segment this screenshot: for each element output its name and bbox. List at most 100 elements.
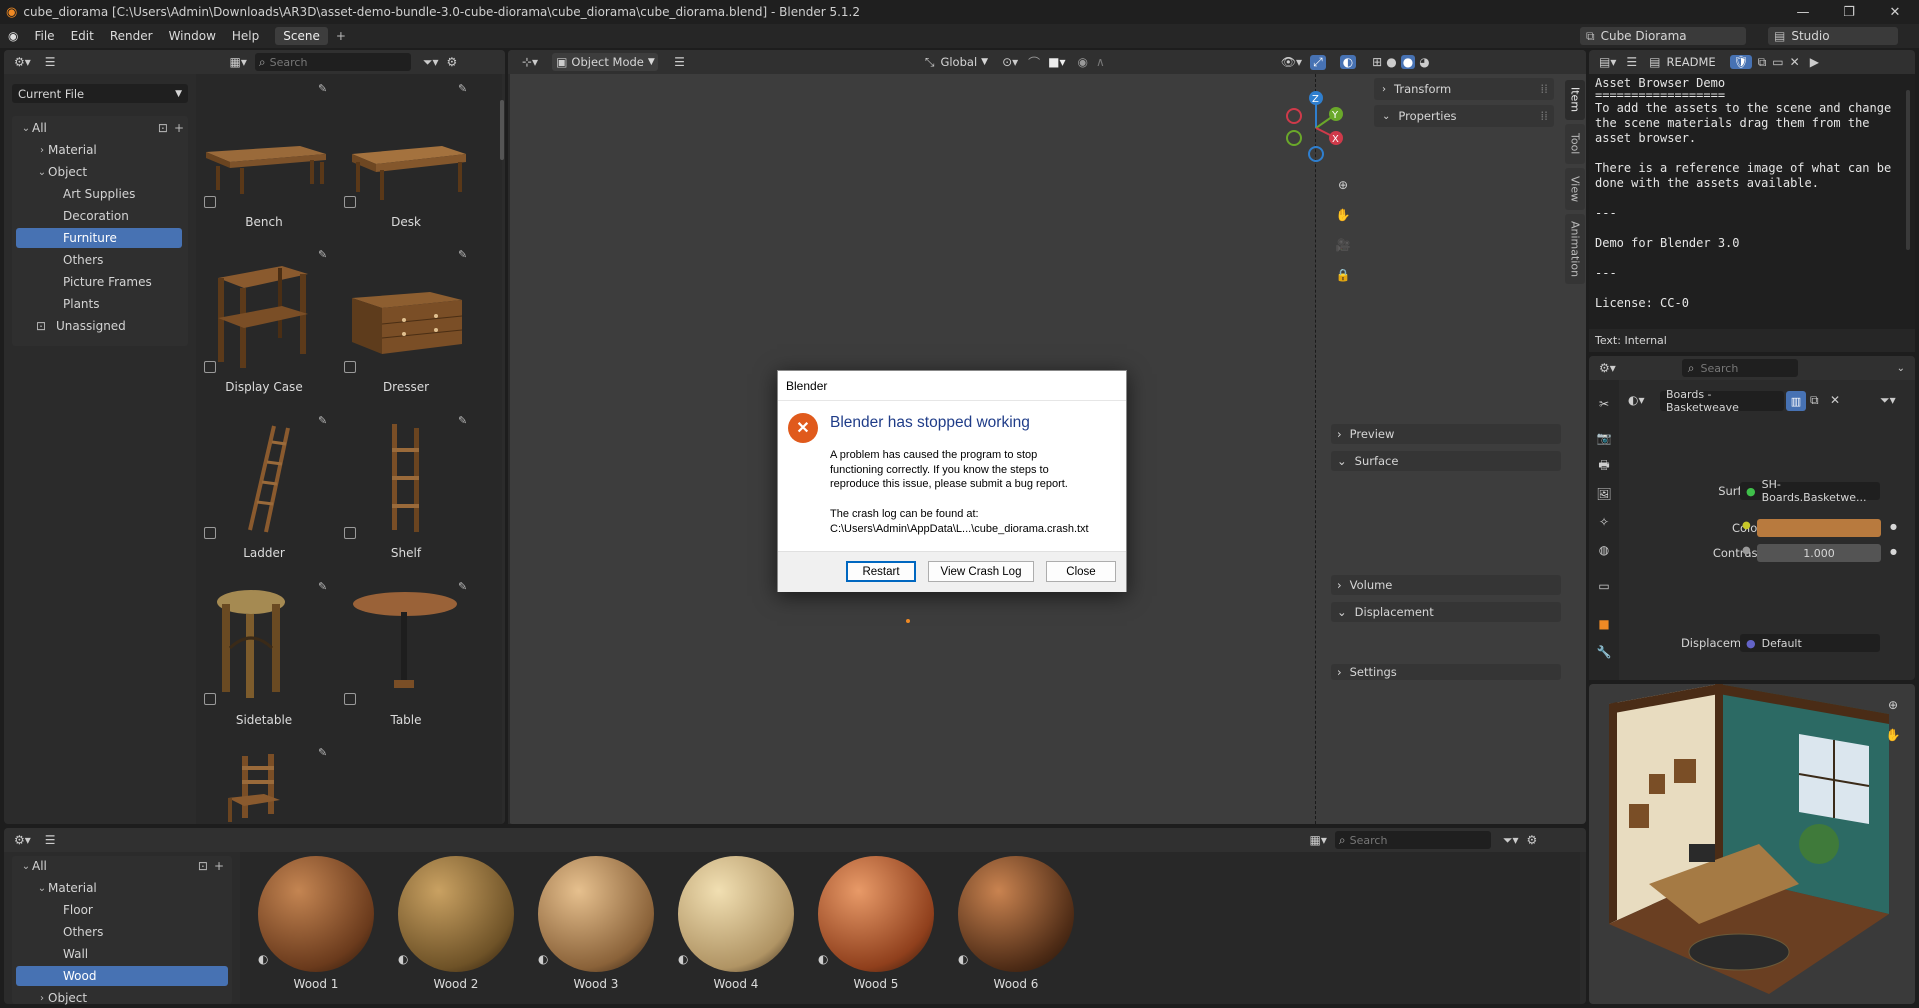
scrollbar[interactable] bbox=[1906, 90, 1910, 250]
hamburger-menu-icon[interactable]: ☰ bbox=[674, 55, 685, 69]
text-content[interactable]: Asset Browser Demo ================== To… bbox=[1595, 77, 1895, 312]
material-asset[interactable]: ◐ Wood 4 bbox=[672, 852, 800, 1004]
editor-type-icon[interactable]: ⚙▾ bbox=[14, 833, 31, 847]
view-layer-tab-icon[interactable]: 🖼 bbox=[1593, 484, 1615, 504]
chevron-down-icon[interactable]: ⌄ bbox=[1897, 363, 1905, 374]
material-asset[interactable]: ◐ Wood 2 bbox=[392, 852, 520, 1004]
chair-thumbnail[interactable] bbox=[224, 752, 284, 824]
library-dropdown[interactable]: Current File ▼ bbox=[12, 84, 188, 103]
material-asset[interactable]: ◐ Wood 1 bbox=[252, 852, 380, 1004]
contrast-field[interactable]: 1.000 bbox=[1757, 544, 1881, 562]
catalog-furniture[interactable]: Furniture bbox=[16, 228, 182, 248]
world-tab-icon[interactable]: ◍ bbox=[1593, 540, 1615, 560]
run-script-icon[interactable]: ▶ bbox=[1810, 55, 1819, 69]
settings-gear-icon[interactable]: ⚙ bbox=[447, 55, 458, 69]
keyframe-icon[interactable]: ● bbox=[1890, 547, 1897, 556]
edit-asset-icon[interactable]: ✎ bbox=[458, 580, 467, 593]
n-panel-properties[interactable]: ⌄ Properties ⁞⁞ bbox=[1374, 105, 1554, 127]
catalog-decoration[interactable]: Decoration bbox=[60, 206, 180, 226]
material-name-field[interactable]: Boards - Basketweave bbox=[1660, 388, 1784, 414]
hamburger-menu-icon[interactable]: ☰ bbox=[45, 55, 56, 69]
tab-view[interactable]: View bbox=[1565, 168, 1585, 210]
editor-type-icon[interactable]: ⊹▾ bbox=[522, 55, 538, 69]
edit-asset-icon[interactable]: ✎ bbox=[458, 414, 467, 427]
view-layer-selector[interactable]: ▤ Studio bbox=[1768, 27, 1898, 45]
image-editor[interactable] bbox=[1589, 684, 1915, 1004]
drag-handle-icon[interactable]: ⁞⁞ bbox=[1540, 109, 1548, 123]
scene-tab-icon[interactable]: ✧ bbox=[1593, 512, 1615, 532]
mode-selector[interactable]: ▣ Object Mode ▼ bbox=[552, 53, 659, 71]
pan-hand-icon[interactable]: ✋ bbox=[1882, 725, 1904, 745]
new-catalog-icon[interactable]: ⊡ bbox=[158, 121, 168, 135]
zoom-icon[interactable]: ⊕ bbox=[1332, 175, 1354, 195]
table-thumbnail[interactable] bbox=[350, 590, 460, 700]
catalog-all[interactable]: ⌄ All ⊡ + bbox=[20, 856, 230, 876]
section-settings[interactable]: › Settings bbox=[1331, 664, 1561, 680]
catalog-others[interactable]: Others bbox=[60, 250, 180, 270]
dresser-thumbnail[interactable] bbox=[346, 288, 466, 370]
unlink-icon[interactable]: ✕ bbox=[1830, 393, 1840, 407]
editor-type-icon[interactable]: ⚙▾ bbox=[1599, 361, 1616, 375]
menu-edit[interactable]: Edit bbox=[63, 29, 102, 43]
snap-target-icon[interactable]: ■▾ bbox=[1048, 55, 1065, 69]
edit-asset-icon[interactable]: ✎ bbox=[458, 248, 467, 261]
section-surface[interactable]: ⌄ Surface bbox=[1331, 451, 1561, 471]
catalog-art-supplies[interactable]: Art Supplies bbox=[60, 184, 180, 204]
proportional-icon[interactable]: ◉ bbox=[1078, 55, 1088, 69]
catalog-material[interactable]: › Material bbox=[36, 140, 186, 160]
catalog-material[interactable]: ⌄ Material bbox=[36, 878, 216, 898]
scrollbar[interactable] bbox=[500, 100, 504, 160]
filter-icon[interactable]: ⏷▾ bbox=[1503, 833, 1519, 848]
scene-selector[interactable]: ⧉ Cube Diorama bbox=[1580, 27, 1746, 45]
section-displacement[interactable]: ⌄ Displacement bbox=[1331, 602, 1561, 622]
camera-icon[interactable]: 🎥 bbox=[1332, 235, 1354, 255]
edit-asset-icon[interactable]: ✎ bbox=[318, 248, 327, 261]
catalog-object[interactable]: ⌄ Object bbox=[36, 162, 186, 182]
workspace-tab-scene[interactable]: Scene bbox=[275, 27, 328, 45]
tab-item[interactable]: Item bbox=[1565, 80, 1585, 120]
object-tab-icon[interactable]: ■ bbox=[1593, 614, 1615, 634]
view-crash-log-button[interactable]: View Crash Log bbox=[928, 561, 1034, 582]
unlink-icon[interactable]: ✕ bbox=[1790, 55, 1800, 69]
catalog-others[interactable]: Others bbox=[60, 922, 200, 942]
section-volume[interactable]: › Volume bbox=[1331, 575, 1561, 595]
drag-handle-icon[interactable]: ⁞⁞ bbox=[1540, 82, 1548, 96]
render-tab-icon[interactable]: 📷 bbox=[1593, 428, 1615, 448]
catalog-unassigned[interactable]: ⊡ Unassigned bbox=[36, 316, 186, 336]
menu-render[interactable]: Render bbox=[102, 29, 161, 43]
minimize-button[interactable]: — bbox=[1780, 0, 1826, 24]
fake-user-icon[interactable]: 🛡 bbox=[1730, 55, 1752, 69]
catalog-all[interactable]: ⌄ All ⊡ + bbox=[20, 118, 190, 138]
color-swatch[interactable] bbox=[1757, 519, 1881, 537]
edit-asset-icon[interactable]: ✎ bbox=[458, 82, 467, 95]
surface-shader-field[interactable]: ● SH-Boards.Basketwe... bbox=[1740, 478, 1880, 504]
zoom-icon[interactable]: ⊕ bbox=[1882, 695, 1904, 715]
edit-asset-icon[interactable]: ✎ bbox=[318, 580, 327, 593]
duplicate-icon[interactable]: ⧉ bbox=[1810, 393, 1819, 408]
hamburger-menu-icon[interactable]: ☰ bbox=[1626, 55, 1637, 69]
menu-window[interactable]: Window bbox=[161, 29, 224, 43]
display-mode-icon[interactable]: ▦▾ bbox=[230, 55, 247, 69]
material-asset[interactable]: ◐ Wood 6 bbox=[952, 852, 1080, 1004]
display-mode-icon[interactable]: ▦▾ bbox=[1310, 833, 1327, 847]
gizmo-toggle-icon[interactable]: ⤢ bbox=[1310, 54, 1326, 70]
overlay-icon[interactable]: ◐ bbox=[1339, 55, 1357, 69]
navigation-gizmo[interactable]: Z Y X bbox=[1278, 88, 1358, 168]
orientation-label[interactable]: Global bbox=[940, 55, 977, 69]
edit-asset-icon[interactable]: ✎ bbox=[318, 746, 327, 759]
close-window-button[interactable]: ✕ bbox=[1872, 0, 1918, 24]
catalog-object[interactable]: › Object bbox=[36, 988, 216, 1008]
sidetable-thumbnail[interactable] bbox=[214, 588, 288, 700]
close-button[interactable]: Close bbox=[1046, 561, 1116, 582]
ladder-thumbnail[interactable] bbox=[244, 422, 294, 534]
catalog-wall[interactable]: Wall bbox=[60, 944, 200, 964]
menu-help[interactable]: Help bbox=[224, 29, 267, 43]
catalog-plants[interactable]: Plants bbox=[60, 294, 180, 314]
menu-file[interactable]: File bbox=[26, 29, 62, 43]
pan-hand-icon[interactable]: ✋ bbox=[1332, 205, 1354, 225]
displacement-field[interactable]: ● Default bbox=[1740, 634, 1880, 652]
visibility-icon[interactable]: 👁▾ bbox=[1281, 55, 1302, 69]
filter-icon[interactable]: ⏷▾ bbox=[423, 55, 439, 70]
hamburger-menu-icon[interactable]: ☰ bbox=[45, 833, 56, 847]
tab-animation[interactable]: Animation bbox=[1565, 214, 1585, 284]
